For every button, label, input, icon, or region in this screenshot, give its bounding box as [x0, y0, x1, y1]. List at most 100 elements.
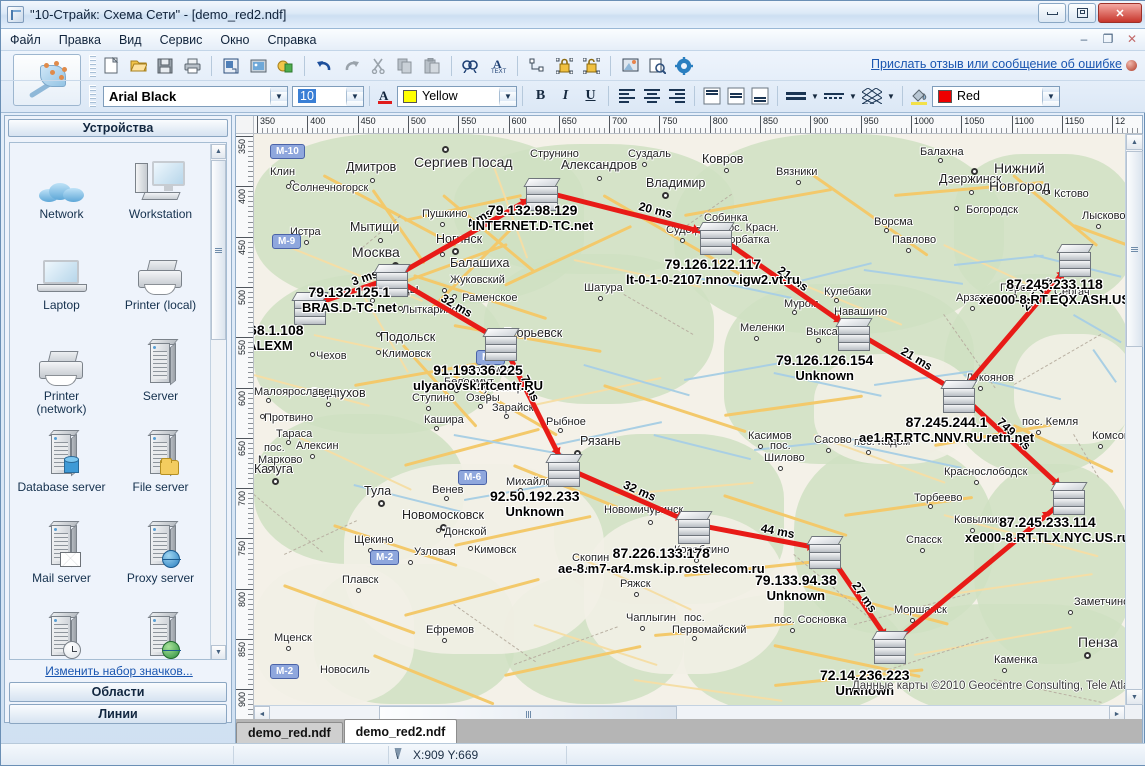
find-icon[interactable] — [459, 55, 483, 77]
settings-gear-icon[interactable] — [672, 55, 696, 77]
change-icon-set-link[interactable]: Изменить набор значков... — [5, 664, 233, 678]
line-style-dropdown-icon[interactable]: ▼ — [847, 85, 859, 107]
font-size-select[interactable]: 10 ▼ — [292, 86, 364, 107]
network-node[interactable] — [674, 507, 716, 541]
node-label[interactable]: 79.132.125.1BRAS.D-TC.net — [302, 284, 397, 315]
italic-button[interactable]: I — [553, 85, 578, 107]
bold-button[interactable]: B — [528, 85, 553, 107]
chevron-down-icon[interactable]: ▼ — [499, 87, 516, 106]
node-label[interactable]: 79.133.94.38Unknown — [755, 572, 837, 603]
lock-objects-icon[interactable] — [552, 55, 576, 77]
network-node[interactable] — [696, 218, 738, 252]
network-node[interactable] — [939, 376, 981, 410]
valign-middle-icon[interactable] — [724, 85, 748, 107]
scroll-down-arrow-icon[interactable]: ▼ — [1126, 689, 1143, 705]
chevron-down-icon[interactable]: ▼ — [1042, 87, 1059, 106]
device-printer-local[interactable]: Printer (local) — [111, 240, 210, 331]
paste-icon[interactable] — [420, 55, 444, 77]
diagram-canvas[interactable]: КлинДмитровСолнечногорскСергиев ПосадСтр… — [254, 134, 1126, 706]
new-document-icon[interactable] — [99, 55, 123, 77]
preview-icon[interactable] — [645, 55, 669, 77]
align-right-icon[interactable] — [664, 85, 689, 107]
redo-icon[interactable] — [339, 55, 363, 77]
device-file-server[interactable]: File server — [111, 422, 210, 513]
maximize-button[interactable] — [1068, 3, 1096, 23]
network-node[interactable] — [870, 627, 912, 661]
chevron-down-icon[interactable]: ▼ — [346, 87, 363, 106]
mdi-minimize-button[interactable]: – — [1075, 31, 1093, 47]
fill-bucket-icon[interactable] — [908, 85, 930, 107]
unlock-objects-icon[interactable] — [579, 55, 603, 77]
canvas-vertical-scrollbar[interactable]: ▲ ▼ — [1125, 134, 1142, 705]
line-style-icon[interactable] — [821, 85, 847, 107]
network-node[interactable] — [544, 450, 586, 484]
save-icon[interactable] — [153, 55, 177, 77]
format-toolbar-grip[interactable] — [89, 85, 96, 107]
valign-top-icon[interactable] — [700, 85, 724, 107]
network-node[interactable] — [1055, 240, 1097, 274]
vscroll-thumb[interactable] — [1126, 151, 1143, 347]
line-width-icon[interactable] — [783, 85, 809, 107]
select-objects-icon[interactable] — [525, 55, 549, 77]
fill-pattern-dropdown-icon[interactable]: ▼ — [885, 85, 897, 107]
lines-section-button[interactable]: Линии — [9, 704, 227, 724]
node-label[interactable]: 79.126.122.117lt-0-1-0-2107.nnov.igw2.vt… — [626, 256, 800, 287]
fill-pattern-icon[interactable] — [859, 85, 885, 107]
device-mail-server[interactable]: Mail server — [12, 513, 111, 604]
scroll-up-arrow-icon[interactable]: ▲ — [1126, 134, 1143, 150]
background-image-icon[interactable] — [618, 55, 642, 77]
device-printer-network[interactable]: Printer (network) — [12, 331, 111, 422]
underline-button[interactable]: U — [578, 85, 603, 107]
scroll-up-arrow-icon[interactable]: ▲ — [211, 144, 226, 159]
align-left-icon[interactable] — [614, 85, 639, 107]
tab-demo-red[interactable]: demo_red.ndf — [236, 722, 343, 743]
chevron-down-icon[interactable]: ▼ — [270, 87, 287, 106]
export-diagram-icon[interactable] — [219, 55, 243, 77]
device-database-server[interactable]: Database server — [12, 422, 111, 513]
network-node[interactable] — [834, 314, 876, 348]
device-network[interactable]: Network — [12, 149, 111, 240]
network-node[interactable] — [805, 532, 847, 566]
font-name-select[interactable]: Arial Black ▼ — [103, 86, 288, 107]
mdi-close-button[interactable]: ✕ — [1123, 31, 1141, 47]
menu-window[interactable]: Окно — [211, 31, 258, 49]
feedback-link[interactable]: Прислать отзыв или сообщение об ошибке — [871, 57, 1122, 71]
node-label[interactable]: 87.245.233.114xe000-8.RT.TLX.NYC.US.ru — [965, 514, 1126, 545]
device-proxy-server[interactable]: Proxy server — [111, 513, 210, 604]
device-web-server[interactable] — [111, 604, 210, 660]
fill-color-icon[interactable] — [273, 55, 297, 77]
network-node[interactable] — [481, 324, 523, 358]
copy-icon[interactable] — [393, 55, 417, 77]
node-label[interactable]: 91.193.36.225ulyanovsk.rtcentr.RU — [413, 362, 543, 393]
node-label[interactable]: 87.245.244.1ae1.RT.RTC.NNV.RU.retn.net — [859, 414, 1034, 445]
close-button[interactable]: ✕ — [1098, 3, 1142, 23]
menu-file[interactable]: Файл — [1, 31, 50, 49]
device-laptop[interactable]: Laptop — [12, 240, 111, 331]
insert-image-icon[interactable] — [246, 55, 270, 77]
tab-demo-red2[interactable]: demo_red2.ndf — [344, 719, 458, 743]
menu-help[interactable]: Справка — [258, 31, 325, 49]
print-icon[interactable] — [180, 55, 204, 77]
node-label[interactable]: 192.168.1.108PC-ALEXM — [254, 322, 304, 353]
node-label[interactable]: 79.132.98.129INTERNET.D-TC.net — [472, 202, 593, 233]
open-folder-icon[interactable] — [126, 55, 150, 77]
device-workstation[interactable]: Workstation — [111, 149, 210, 240]
line-width-dropdown-icon[interactable]: ▼ — [809, 85, 821, 107]
menu-edit[interactable]: Правка — [50, 31, 110, 49]
cut-icon[interactable] — [366, 55, 390, 77]
fill-color-select[interactable]: Red ▼ — [932, 86, 1060, 107]
node-label[interactable]: 87.245.233.118xe000-8.RT.EQX.ASH.US — [979, 276, 1126, 307]
devices-panel-header[interactable]: Устройства — [8, 119, 228, 137]
menu-service[interactable]: Сервис — [151, 31, 212, 49]
node-label[interactable]: 92.50.192.233Unknown — [490, 488, 580, 519]
scrollbar-thumb[interactable] — [211, 160, 226, 340]
valign-bottom-icon[interactable] — [748, 85, 772, 107]
node-label[interactable]: 79.126.126.154Unknown — [776, 352, 873, 383]
device-time-server[interactable] — [12, 604, 111, 660]
mdi-restore-button[interactable]: ❐ — [1099, 31, 1117, 47]
areas-section-button[interactable]: Области — [9, 682, 227, 702]
device-server[interactable]: Server — [111, 331, 210, 422]
minimize-button[interactable] — [1038, 3, 1066, 23]
node-label[interactable]: 87.226.133.178ae-8.m7-ar4.msk.ip.rostele… — [558, 545, 765, 576]
scroll-down-arrow-icon[interactable]: ▼ — [211, 645, 226, 660]
